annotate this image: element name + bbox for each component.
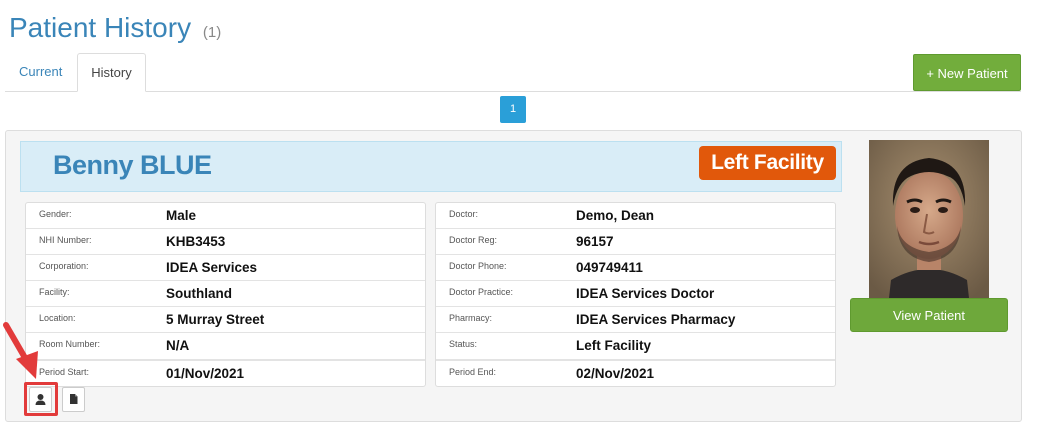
- detail-value: IDEA Services Pharmacy: [576, 312, 736, 328]
- detail-value: IDEA Services: [166, 260, 258, 276]
- detail-row-facility: Facility: Southland: [26, 281, 425, 308]
- detail-label: Status:: [449, 339, 478, 350]
- tab-history[interactable]: History: [77, 53, 146, 92]
- patient-name-bar: Benny BLUE Left Facility: [20, 141, 842, 192]
- tab-bar: Current History + New Patient: [5, 53, 1021, 92]
- detail-value: 5 Murray Street: [166, 312, 265, 328]
- detail-label: NHI Number:: [39, 235, 92, 246]
- history-count: (1): [202, 24, 222, 41]
- status-badge: Left Facility: [699, 146, 836, 180]
- detail-value: Demo, Dean: [576, 208, 655, 223]
- detail-row-period-end: Period End: 02/Nov/2021: [436, 359, 835, 386]
- detail-label: Period End:: [449, 366, 497, 377]
- detail-value: Southland: [166, 286, 232, 302]
- tab-current[interactable]: Current: [5, 53, 76, 92]
- detail-label: Doctor Practice:: [449, 287, 514, 298]
- patient-name: Benny BLUE: [53, 150, 212, 180]
- care-details-table: Doctor: Demo, Dean Doctor Reg: 96157 Doc…: [435, 202, 836, 387]
- detail-row-gender: Gender: Male: [26, 203, 425, 230]
- annotation-arrow-icon: [3, 322, 38, 379]
- detail-value: 02/Nov/2021: [576, 365, 655, 381]
- patient-document-button[interactable]: [62, 387, 85, 412]
- detail-value: N/A: [166, 338, 190, 354]
- detail-label: Corporation:: [39, 261, 89, 272]
- patient-photo-image: [869, 140, 989, 298]
- detail-label: Doctor Phone:: [449, 261, 507, 272]
- annotation-highlight-box: [24, 382, 58, 416]
- detail-row-doctor-phone: Doctor Phone: 049749411: [436, 255, 835, 282]
- detail-value: 01/Nov/2021: [166, 365, 245, 381]
- document-icon: [70, 394, 78, 404]
- patient-details-table: Gender: Male NHI Number: KHB3453 Corpora…: [25, 202, 426, 387]
- detail-value: Male: [166, 208, 197, 223]
- patient-card: Benny BLUE Left Facility Gender: Male NH…: [5, 130, 1022, 422]
- detail-label: Room Number:: [39, 339, 101, 350]
- detail-label: Pharmacy:: [449, 313, 493, 324]
- detail-row-status: Status: Left Facility: [436, 333, 835, 360]
- detail-row-location: Location: 5 Murray Street: [26, 307, 425, 334]
- new-patient-button[interactable]: + New Patient: [913, 54, 1021, 91]
- detail-label: Facility:: [39, 287, 70, 298]
- detail-value: 96157: [576, 234, 614, 250]
- detail-value: Left Facility: [576, 338, 652, 354]
- detail-value: 049749411: [576, 260, 643, 276]
- detail-row-corporation: Corporation: IDEA Services: [26, 255, 425, 282]
- detail-label: Gender:: [39, 209, 72, 219]
- pagination-page-1[interactable]: 1: [500, 96, 526, 123]
- detail-row-room: Room Number: N/A: [26, 333, 425, 360]
- page-title-text: Patient History: [9, 12, 192, 43]
- detail-label: Doctor:: [449, 209, 479, 219]
- page-title: Patient History (1): [9, 12, 221, 44]
- detail-row-doctor: Doctor: Demo, Dean: [436, 203, 835, 230]
- detail-row-period-start: Period Start: 01/Nov/2021: [26, 359, 425, 386]
- detail-label: Doctor Reg:: [449, 235, 498, 246]
- detail-row-pharmacy: Pharmacy: IDEA Services Pharmacy: [436, 307, 835, 334]
- detail-row-doctor-reg: Doctor Reg: 96157: [436, 229, 835, 256]
- detail-row-doctor-practice: Doctor Practice: IDEA Services Doctor: [436, 281, 835, 308]
- view-patient-button[interactable]: View Patient: [850, 298, 1008, 332]
- detail-value: KHB3453: [166, 234, 226, 250]
- patient-photo: [869, 140, 989, 298]
- detail-row-nhi: NHI Number: KHB3453: [26, 229, 425, 256]
- detail-value: IDEA Services Doctor: [576, 286, 715, 302]
